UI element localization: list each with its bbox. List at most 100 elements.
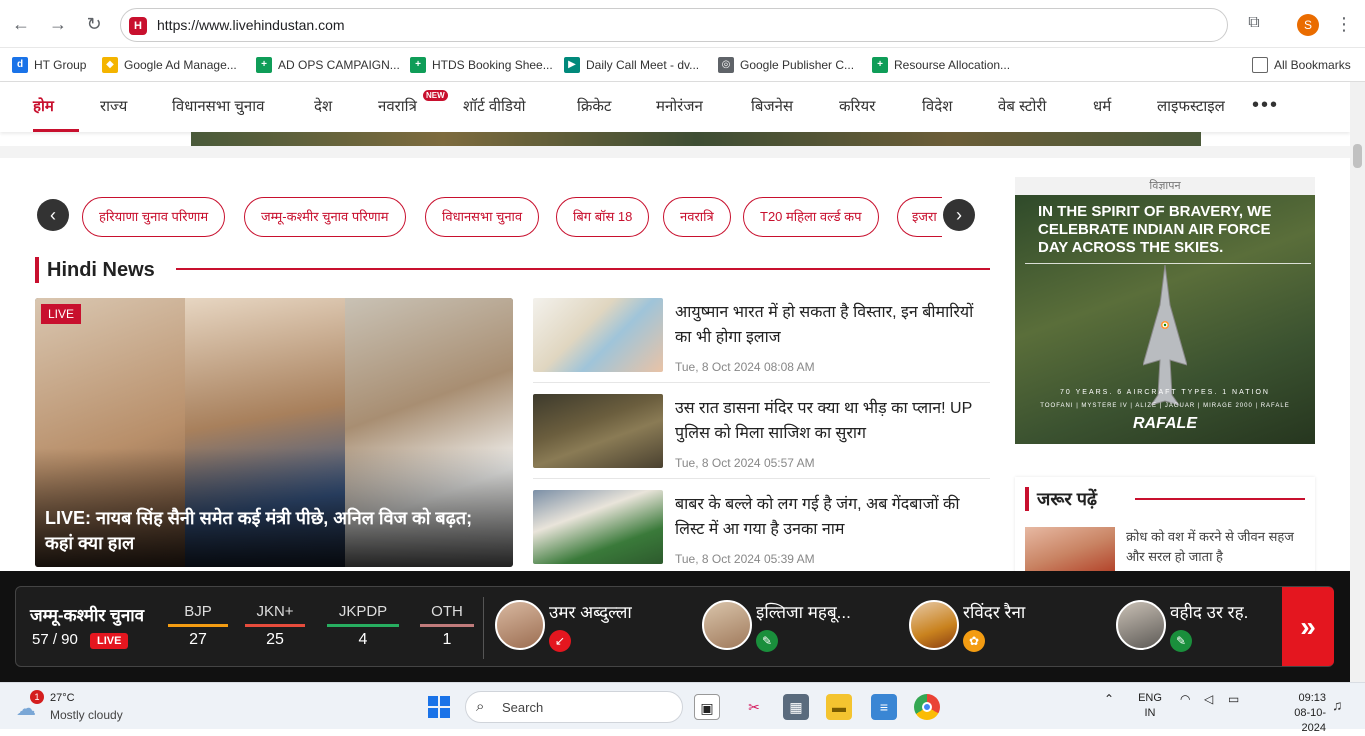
nav-navratri[interactable]: नवरात्रि xyxy=(378,96,417,116)
election-ticker: जम्मू-कश्मीर चुनाव 57 / 90 LIVE BJP 27 J… xyxy=(0,571,1350,682)
site-favicon-icon: H xyxy=(129,17,147,35)
story-item[interactable]: उस रात डासना मंदिर पर क्या था भीड़ का प्… xyxy=(533,394,990,470)
site-navigation: होम राज्य विधानसभा चुनाव देश नवरात्रि शॉ… xyxy=(0,82,1350,132)
pill-navratri[interactable]: नवरात्रि xyxy=(663,197,731,237)
live-badge: LIVE xyxy=(41,304,82,324)
nav-assembly-elections[interactable]: विधानसभा चुनाव xyxy=(172,96,264,116)
bookmark-google-ad-manager[interactable]: ◆ Google Ad Manage... xyxy=(102,55,237,75)
volume-icon[interactable]: ◁ xyxy=(1204,692,1213,706)
nav-short-video[interactable]: शॉर्ट वीडियो xyxy=(463,96,526,116)
extensions-puzzle-icon[interactable]: ⧉ xyxy=(1244,14,1264,34)
story-headline[interactable]: आयुष्मान भारत में हो सकता है विस्तार, इन… xyxy=(675,300,985,350)
windows-start-icon[interactable] xyxy=(428,696,450,718)
story-item[interactable]: बाबर के बल्ले को लग गई है जंग, अब गेंदबा… xyxy=(533,490,990,566)
nav-home[interactable]: होम xyxy=(33,96,54,116)
nav-states[interactable]: राज्य xyxy=(100,96,127,116)
calculator-icon[interactable]: ▦ xyxy=(783,694,809,720)
nav-world[interactable]: विदेश xyxy=(922,96,952,116)
ad-creative[interactable]: IN THE SPIRIT OF BRAVERY, WE CELEBRATE I… xyxy=(1015,195,1315,444)
pills-prev-button[interactable]: ‹ xyxy=(37,199,69,231)
party-color-bar xyxy=(168,624,228,627)
nav-cricket[interactable]: क्रिकेट xyxy=(577,96,612,116)
weather-widget[interactable]: ☁ 1 27°C Mostly cloudy xyxy=(16,690,156,724)
battery-icon[interactable]: ▭ xyxy=(1228,692,1239,706)
google-ad-manager-icon: ◆ xyxy=(102,57,118,73)
candidate-name[interactable]: रविंदर रैना xyxy=(963,600,1025,623)
hero-story[interactable]: LIVE LIVE: नायब सिंह सैनी समेत कई मंत्री… xyxy=(35,298,513,567)
bookmark-label: AD OPS CAMPAIGN... xyxy=(278,58,400,72)
nav-entertainment[interactable]: मनोरंजन xyxy=(656,96,703,116)
pill-t20-womens-wc[interactable]: T20 महिला वर्ल्ड कप xyxy=(743,197,879,237)
bookmark-google-publisher[interactable]: ◎ Google Publisher C... xyxy=(718,55,854,75)
top-ad-banner[interactable] xyxy=(191,132,1201,146)
browser-menu-icon[interactable]: ⋮ xyxy=(1335,12,1353,36)
show-hidden-icons-icon[interactable]: ⌃ xyxy=(1104,692,1114,706)
nav-web-story[interactable]: वेब स्टोरी xyxy=(998,96,1046,116)
pill-haryana-results[interactable]: हरियाणा चुनाव परिणाम xyxy=(82,197,226,237)
nav-country[interactable]: देश xyxy=(314,96,332,116)
language-indicator[interactable]: ENG IN xyxy=(1136,691,1164,721)
candidate-name[interactable]: उमर अब्दुल्ला xyxy=(549,600,632,623)
chrome-icon[interactable] xyxy=(914,694,940,720)
story-headline[interactable]: बाबर के बल्ले को लग गई है जंग, अब गेंदबा… xyxy=(675,492,985,542)
story-thumbnail[interactable] xyxy=(533,298,663,372)
all-bookmarks[interactable]: All Bookmarks xyxy=(1252,55,1351,75)
task-view-icon[interactable]: ▣ xyxy=(694,694,720,720)
bookmark-ht-group[interactable]: d HT Group xyxy=(12,55,86,75)
hero-headline[interactable]: LIVE: नायब सिंह सैनी समेत कई मंत्री पीछे… xyxy=(45,506,505,556)
notification-bell-icon[interactable]: ♫ xyxy=(1332,697,1343,713)
candidate-name[interactable]: इल्तिजा महबू... xyxy=(756,600,851,623)
pills-next-button[interactable]: › xyxy=(943,199,975,231)
party-color-bar xyxy=(327,624,399,627)
scrollbar-thumb[interactable] xyxy=(1353,144,1362,168)
back-button[interactable]: ← xyxy=(10,13,32,35)
pill-assembly-elections[interactable]: विधानसभा चुनाव xyxy=(425,197,540,237)
forward-button[interactable]: → xyxy=(47,13,69,35)
profile-avatar[interactable]: S xyxy=(1297,14,1319,36)
bookmark-htds-booking[interactable]: + HTDS Booking Shee... xyxy=(410,55,553,75)
party-seats: 4 xyxy=(358,631,368,648)
election-next-button[interactable]: » xyxy=(1282,587,1334,666)
nav-religion[interactable]: धर्म xyxy=(1093,96,1111,116)
clock-date: 08-10-2024 xyxy=(1294,707,1326,734)
party-bjp: BJP 27 xyxy=(168,603,228,649)
meet-icon: ▶ xyxy=(564,57,580,73)
nav-business[interactable]: बिजनेस xyxy=(751,96,793,116)
snipping-tool-icon[interactable]: ✂ xyxy=(741,694,767,720)
ad-aircraft-list: TOOFANI | MYSTERE IV | ALIZE | JAGUAR | … xyxy=(1040,403,1290,409)
bookmark-ad-ops[interactable]: + AD OPS CAMPAIGN... xyxy=(256,55,400,75)
story-thumbnail[interactable] xyxy=(533,490,663,564)
election-title: जम्मू-कश्मीर चुनाव xyxy=(30,606,145,625)
address-bar[interactable]: H https://www.livehindustan.com xyxy=(120,8,1228,42)
pill-israel[interactable]: इजरा xyxy=(897,197,942,237)
candidate-photo xyxy=(1116,600,1166,650)
bookmark-daily-call[interactable]: ▶ Daily Call Meet - dv... xyxy=(564,55,699,75)
must-read-headline[interactable]: क्रोध को वश में करने से जीवन सहज और सरल … xyxy=(1126,527,1306,567)
election-live-badge: LIVE xyxy=(90,633,129,649)
election-panel[interactable]: जम्मू-कश्मीर चुनाव 57 / 90 LIVE BJP 27 J… xyxy=(15,586,1334,667)
bookmarks-bar: d HT Group ◆ Google Ad Manage... + AD OPS C… xyxy=(0,48,1365,82)
nav-lifestyle[interactable]: लाइफस्टाइल xyxy=(1157,96,1225,116)
candidate-name[interactable]: वहीद उर रह. xyxy=(1170,600,1248,623)
clock[interactable]: 09:13 08-10-2024 xyxy=(1284,691,1326,736)
file-explorer-icon[interactable]: ▬ xyxy=(826,694,852,720)
ht-group-icon: d xyxy=(12,57,28,73)
story-thumbnail[interactable] xyxy=(533,394,663,468)
nav-career[interactable]: करियर xyxy=(839,96,875,116)
wifi-icon[interactable]: ◠ xyxy=(1180,692,1190,706)
pill-jk-results[interactable]: जम्मू-कश्मीर चुनाव परिणाम xyxy=(244,197,406,237)
story-headline[interactable]: उस रात डासना मंदिर पर क्या था भीड़ का प्… xyxy=(675,396,985,446)
reload-button[interactable]: ↻ xyxy=(83,13,105,35)
bookmark-resource-allocation[interactable]: + Resourse Allocation... xyxy=(872,55,1010,75)
pill-bigg-boss[interactable]: बिग बॉस 18 xyxy=(556,197,650,237)
story-item[interactable]: आयुष्मान भारत में हो सकता है विस्तार, इन… xyxy=(533,298,990,374)
nav-more-icon[interactable]: ••• xyxy=(1252,94,1279,117)
url-text[interactable]: https://www.livehindustan.com xyxy=(157,17,345,33)
sidebar-ad[interactable]: विज्ञापन IN THE SPIRIT OF BRAVERY, WE CE… xyxy=(1015,177,1315,444)
must-read-thumbnail[interactable] xyxy=(1025,527,1115,577)
taskbar-search[interactable]: ⌕ Search xyxy=(465,691,683,723)
notepad-icon[interactable]: ≡ xyxy=(871,694,897,720)
page-scrollbar[interactable] xyxy=(1350,82,1365,682)
must-read-title: जरूर पढ़ें xyxy=(1025,487,1097,511)
sheets-icon: + xyxy=(256,57,272,73)
